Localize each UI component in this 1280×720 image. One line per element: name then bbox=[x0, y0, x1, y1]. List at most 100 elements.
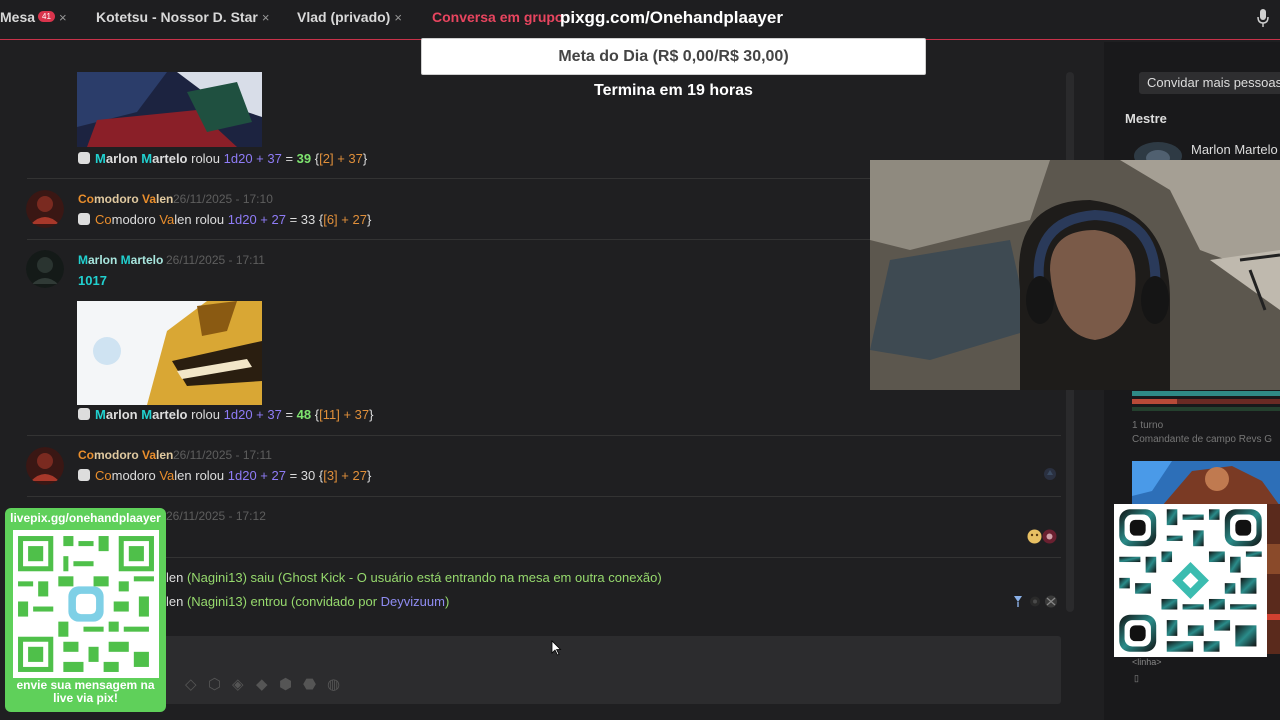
avatar[interactable] bbox=[26, 447, 64, 485]
avatar[interactable] bbox=[1132, 140, 1184, 162]
dice-icon bbox=[78, 408, 90, 420]
message-username[interactable]: Comodoro Valen bbox=[78, 448, 173, 462]
username-part: arlon bbox=[105, 151, 142, 166]
roll-result: = 33 { bbox=[285, 212, 324, 227]
webcam-feed bbox=[870, 160, 1280, 390]
username-part: modoro bbox=[111, 468, 160, 483]
roll-verb: rolou bbox=[187, 407, 224, 422]
reaction-icon[interactable] bbox=[1043, 467, 1057, 481]
roll-detail: [2] bbox=[319, 151, 334, 166]
d12-dice-icon[interactable]: ⬢ bbox=[279, 677, 294, 692]
avatar[interactable] bbox=[26, 250, 64, 288]
username-part: Va bbox=[159, 212, 175, 227]
message-username[interactable]: Marlon Martelo bbox=[78, 253, 163, 267]
roll-modifier: + 27 bbox=[337, 212, 367, 227]
message-timestamp: 26/11/2025 - 17:11 bbox=[166, 253, 265, 267]
avatar[interactable] bbox=[26, 190, 64, 228]
username-part: arlon bbox=[88, 253, 121, 267]
reaction-icons[interactable] bbox=[1027, 529, 1057, 544]
unread-badge: 41 bbox=[38, 11, 55, 22]
d20-dice-icon[interactable]: ⬣ bbox=[303, 677, 318, 692]
username-part: M bbox=[141, 151, 153, 166]
d10-dice-icon[interactable]: ◆ bbox=[256, 677, 271, 692]
roll-verb: rolou bbox=[191, 468, 228, 483]
message-input[interactable] bbox=[160, 636, 1061, 704]
username-part: artelo bbox=[130, 253, 164, 267]
microphone-icon[interactable] bbox=[1257, 8, 1269, 28]
livepix-caption: envie sua mensagem na live via pix! bbox=[5, 679, 166, 705]
username-part: M bbox=[120, 253, 131, 267]
brace: } bbox=[366, 468, 372, 483]
username-part: len bbox=[156, 448, 174, 462]
section-heading: Mestre bbox=[1125, 111, 1167, 126]
roll-modifier: + 37 bbox=[333, 151, 363, 166]
system-text: (Ghost Kick - O usuário está entrando na… bbox=[274, 570, 662, 585]
tab-label: Kotetsu - Nossor D. Star bbox=[96, 9, 258, 25]
username-part: arlon bbox=[105, 407, 142, 422]
livepix-url: livepix.gg/onehandplaayer bbox=[10, 511, 161, 525]
close-icon[interactable]: × bbox=[394, 10, 402, 25]
roll-verb: rolou bbox=[187, 151, 224, 166]
d4-dice-icon[interactable]: ◇ bbox=[185, 677, 200, 692]
d6-dice-icon[interactable]: ⬡ bbox=[208, 677, 223, 692]
dice-icon bbox=[78, 213, 90, 225]
message-image[interactable] bbox=[77, 72, 262, 147]
status-bars bbox=[1132, 391, 1280, 411]
close-icon[interactable]: × bbox=[262, 10, 270, 25]
tab-mesa[interactable]: Mesa 41 × bbox=[0, 9, 67, 29]
character-portrait[interactable] bbox=[1132, 461, 1280, 506]
message-text: 1017 bbox=[78, 273, 107, 288]
caption-line: envie sua mensagem na bbox=[16, 678, 155, 692]
close-icon[interactable]: × bbox=[59, 10, 67, 25]
tab-label: Mesa bbox=[0, 9, 36, 25]
username-part: Co bbox=[78, 448, 94, 462]
inviter-link[interactable]: Deyvizuum bbox=[381, 594, 445, 609]
tab-label: Conversa em grupo bbox=[432, 9, 564, 25]
username-part: Va bbox=[159, 468, 175, 483]
divider bbox=[27, 435, 1061, 436]
system-message: len (Nagini13) saiu (Ghost Kick - O usuá… bbox=[166, 570, 662, 585]
caption-line: live via pix! bbox=[53, 691, 118, 705]
livepix-qr-overlay: livepix.gg/onehandplaayer envie sua mens… bbox=[5, 508, 166, 712]
brace: } bbox=[369, 407, 374, 422]
d8-dice-icon[interactable]: ◈ bbox=[232, 677, 247, 692]
roll-detail: [3] bbox=[323, 468, 338, 483]
goal-deadline: Termina em 19 horas bbox=[594, 82, 753, 99]
username-part: modoro bbox=[111, 212, 160, 227]
reaction-icons[interactable] bbox=[1011, 594, 1059, 609]
brace: { bbox=[311, 151, 320, 166]
username-part: modoro bbox=[94, 448, 142, 462]
tab-vlad[interactable]: Vlad (privado) × bbox=[297, 9, 402, 29]
username-part: Va bbox=[142, 448, 157, 462]
tab-label: Vlad (privado) bbox=[297, 9, 391, 25]
turn-counter: 1 turno bbox=[1132, 420, 1164, 431]
dice-expression: 1d20 + 37 bbox=[223, 151, 282, 166]
character-strip bbox=[1267, 504, 1280, 654]
brace: } bbox=[362, 151, 368, 166]
username-part: M bbox=[95, 151, 106, 166]
username-part: M bbox=[78, 253, 88, 267]
tab-kotetsu[interactable]: Kotetsu - Nossor D. Star × bbox=[96, 9, 269, 29]
roll-line: Comodoro Valen rolou 1d20 + 27 = 30 {[3]… bbox=[78, 468, 371, 483]
mouse-cursor-icon bbox=[551, 640, 562, 656]
tab-conversa-em-grupo[interactable]: Conversa em grupo bbox=[432, 9, 563, 29]
dice-expression: 1d20 + 27 bbox=[227, 212, 286, 227]
pix-qr-code bbox=[1114, 504, 1267, 657]
divider bbox=[27, 496, 1061, 497]
dice-icon bbox=[78, 469, 90, 481]
equals: = bbox=[281, 151, 297, 166]
message-image[interactable] bbox=[77, 301, 262, 405]
username-part: len bbox=[174, 468, 192, 483]
daily-goal-box: Meta do Dia (R$ 0,00/R$ 30,00) bbox=[421, 38, 926, 75]
username-part: Co bbox=[95, 212, 112, 227]
roll-detail: [11] bbox=[319, 407, 340, 422]
username-part: Co bbox=[95, 468, 112, 483]
message-username[interactable]: Comodoro Valen bbox=[78, 192, 173, 206]
system-text: ) bbox=[444, 594, 450, 609]
username-part: len bbox=[174, 212, 192, 227]
d100-dice-icon[interactable]: ◍ bbox=[327, 677, 342, 692]
username-part: M bbox=[95, 407, 106, 422]
invite-button[interactable]: Convidar mais pessoas bbox=[1139, 72, 1280, 94]
master-name[interactable]: Marlon Martelo bbox=[1191, 142, 1278, 157]
roll-modifier: + 27 bbox=[337, 468, 367, 483]
